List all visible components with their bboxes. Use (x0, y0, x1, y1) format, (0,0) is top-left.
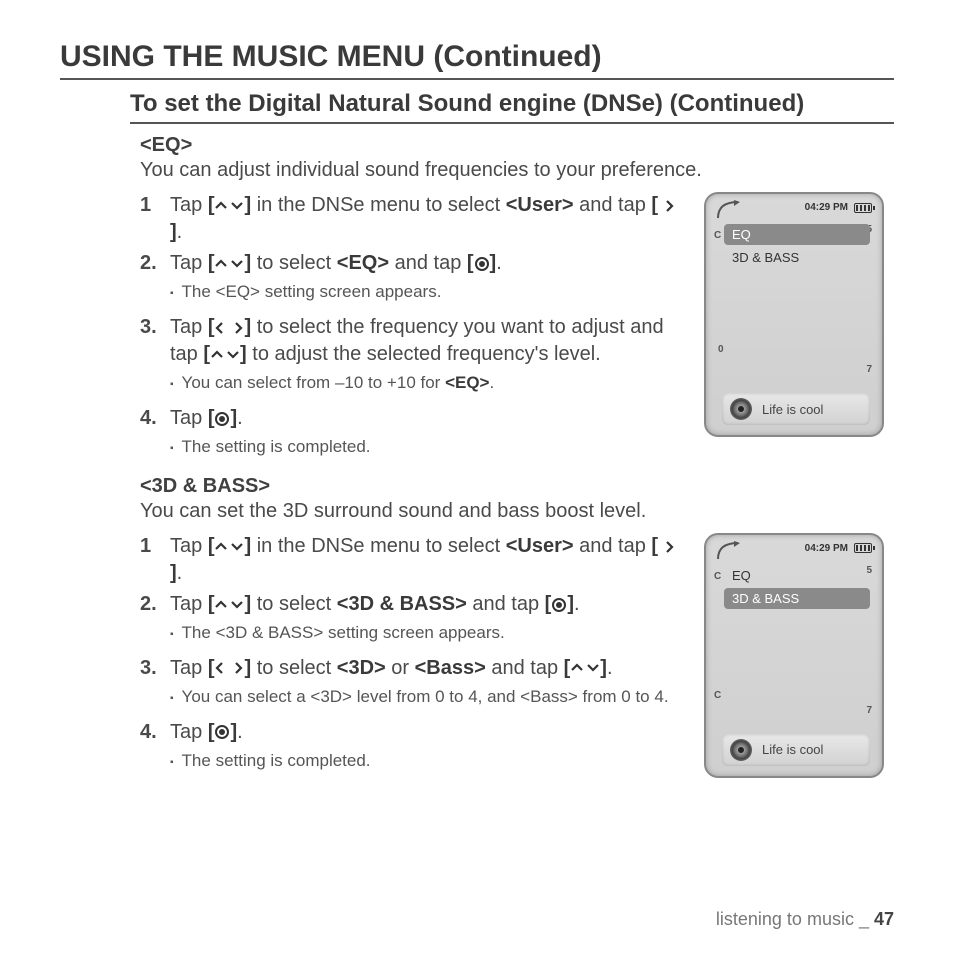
now-playing-bar: Life is cool (722, 734, 870, 766)
song-title: Life is cool (762, 402, 823, 417)
bass-label: <3D & BASS> (140, 475, 894, 498)
up-down-icon (214, 599, 244, 611)
page-heading: USING THE MUSIC MENU (Continued) (60, 40, 894, 74)
song-title: Life is cool (762, 742, 823, 757)
eq-desc: You can adjust individual sound frequenc… (140, 159, 894, 182)
disc-icon (730, 398, 752, 420)
up-down-icon (214, 258, 244, 270)
eq-step-3-note: You can select from –10 to +10 for <EQ>. (170, 372, 686, 395)
bass-desc: You can set the 3D surround sound and ba… (140, 500, 894, 523)
bass-step-1: 1 Tap [] in the DNSe menu to select <Use… (140, 533, 686, 587)
step-number: 3. (140, 314, 170, 401)
select-icon (551, 597, 567, 613)
device-menu-eq: EQ (724, 224, 870, 245)
scale-c2: C (714, 690, 721, 701)
device-menu-bass: 3D & BASS (724, 588, 870, 609)
bass-step-2: 2. Tap [] to select <3D & BASS> and tap … (140, 591, 686, 651)
device-arc-icon (716, 541, 740, 561)
bass-step-2-note: The <3D & BASS> setting screen appears. (170, 622, 686, 645)
eq-step-2-note: The <EQ> setting screen appears. (170, 281, 686, 304)
step-number: 3. (140, 655, 170, 715)
battery-icon (854, 543, 872, 553)
right-icon (664, 540, 675, 554)
select-icon (474, 256, 490, 272)
up-down-icon (570, 662, 600, 674)
step-number: 2. (140, 250, 170, 310)
heading-rule (60, 78, 894, 80)
scale-0: 0 (718, 344, 724, 355)
up-down-icon (210, 349, 240, 361)
bass-step-4: 4. Tap []. The setting is completed. (140, 719, 686, 779)
eq-step-3: 3. Tap [] to select the frequency you wa… (140, 314, 686, 401)
now-playing-bar: Life is cool (722, 393, 870, 425)
step-number: 4. (140, 405, 170, 465)
up-down-icon (214, 541, 244, 553)
step-number: 1 (140, 192, 170, 246)
select-icon (214, 411, 230, 427)
scale-c: C (714, 571, 721, 582)
left-right-icon (214, 661, 244, 675)
left-right-icon (214, 321, 244, 335)
bass-step-3-note: You can select a <3D> level from 0 to 4,… (170, 686, 686, 709)
device-clock: 04:29 PM (805, 543, 848, 554)
device-clock: 04:29 PM (805, 202, 848, 213)
subheading-rule (130, 122, 894, 124)
eq-step-4-note: The setting is completed. (170, 436, 686, 459)
eq-step-4: 4. Tap []. The setting is completed. (140, 405, 686, 465)
scale-7: 7 (866, 364, 872, 375)
disc-icon (730, 739, 752, 761)
page-footer: listening to music _ 47 (716, 909, 894, 930)
battery-icon (854, 203, 872, 213)
eq-label: <EQ> (140, 134, 894, 157)
device-arc-icon (716, 200, 740, 220)
eq-step-2: 2. Tap [] to select <EQ> and tap []. The… (140, 250, 686, 310)
bass-step-4-note: The setting is completed. (170, 750, 686, 773)
section-heading: To set the Digital Natural Sound engine … (130, 90, 894, 118)
device-screenshot-eq: 04:29 PM C 5 0 7 EQ 3D & BASS Life is co… (704, 192, 884, 437)
scale-7: 7 (866, 705, 872, 716)
step-number: 1 (140, 533, 170, 587)
eq-step-1: 1 Tap [] in the DNSe menu to select <Use… (140, 192, 686, 246)
bass-step-3: 3. Tap [] to select <3D> or <Bass> and t… (140, 655, 686, 715)
step-number: 4. (140, 719, 170, 779)
scale-c: C (714, 230, 721, 241)
device-menu-eq: EQ (724, 565, 870, 586)
device-screenshot-bass: 04:29 PM C 5 C 7 EQ 3D & BASS Life is co… (704, 533, 884, 778)
device-menu-bass: 3D & BASS (724, 247, 870, 268)
select-icon (214, 724, 230, 740)
step-number: 2. (140, 591, 170, 651)
up-down-icon (214, 200, 244, 212)
right-icon (664, 199, 675, 213)
